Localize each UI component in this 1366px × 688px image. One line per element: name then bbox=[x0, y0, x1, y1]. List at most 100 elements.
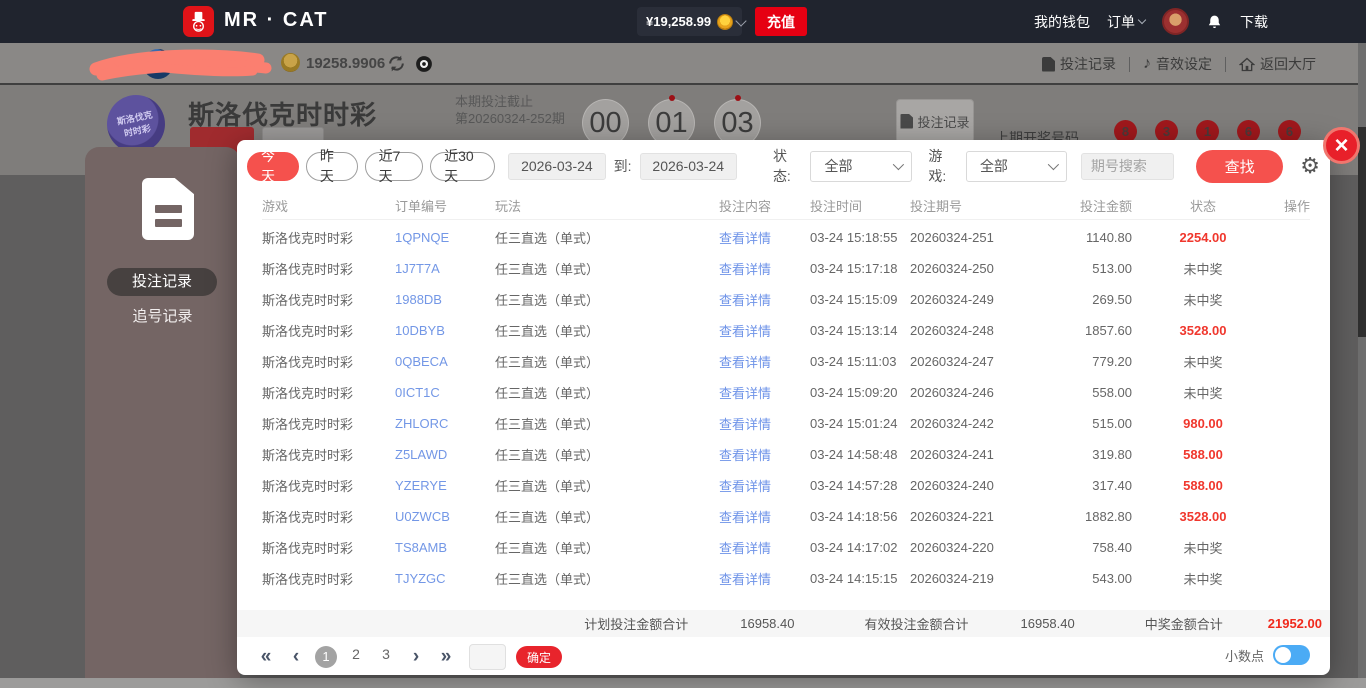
date-from-input[interactable]: 2026-03-24 bbox=[508, 153, 605, 180]
quick-filter-近30天[interactable]: 近30天 bbox=[430, 152, 495, 181]
cell-play: 任三直选（单式） bbox=[495, 228, 680, 247]
cell-order[interactable]: YZERYE bbox=[395, 478, 495, 493]
table-row: 斯洛伐克时时彩1988DB任三直选（单式）查看详情03-24 15:15:092… bbox=[262, 284, 1310, 315]
decimal-toggle[interactable] bbox=[1273, 645, 1310, 665]
close-button[interactable]: × bbox=[1323, 127, 1360, 164]
decimal-toggle-group: 小数点 bbox=[1225, 645, 1310, 665]
cell-period: 20260324-219 bbox=[910, 571, 1040, 586]
toggle-knob bbox=[1275, 647, 1291, 663]
date-to-input[interactable]: 2026-03-24 bbox=[640, 153, 737, 180]
cell-order[interactable]: U0ZWCB bbox=[395, 509, 495, 524]
back-lobby-link[interactable]: 返回大厅 bbox=[1239, 54, 1316, 74]
cell-game: 斯洛伐克时时彩 bbox=[262, 445, 395, 464]
game-select[interactable]: 全部 bbox=[966, 151, 1067, 182]
cell-detail[interactable]: 查看详情 bbox=[680, 507, 810, 526]
refresh-icon[interactable] bbox=[387, 54, 406, 73]
cell-order[interactable]: 1J7T7A bbox=[395, 261, 495, 276]
brand-logo-icon[interactable] bbox=[183, 6, 214, 37]
sidebar-item-bet-records[interactable]: 投注记录 bbox=[107, 268, 217, 296]
confirm-page-button[interactable]: 确定 bbox=[516, 646, 562, 668]
my-wallet-link[interactable]: 我的钱包 bbox=[1034, 12, 1090, 32]
cell-detail[interactable]: 查看详情 bbox=[680, 569, 810, 588]
sound-settings-link[interactable]: ♪ 音效设定 bbox=[1143, 54, 1212, 74]
quick-filter-今天[interactable]: 今天 bbox=[247, 152, 299, 181]
plan-total-label: 计划投注金额合计 bbox=[584, 614, 688, 633]
table-row: 斯洛伐克时时彩TS8AMB任三直选（单式）查看详情03-24 14:17:022… bbox=[262, 532, 1310, 563]
page-number-group: 123 bbox=[311, 646, 401, 668]
page-jump-input[interactable] bbox=[469, 644, 506, 670]
user-avatar[interactable] bbox=[1162, 8, 1189, 35]
status-select[interactable]: 全部 bbox=[810, 151, 912, 182]
bet-record-header-button[interactable]: 投注记录 bbox=[896, 99, 974, 143]
cell-detail[interactable]: 查看详情 bbox=[680, 228, 810, 247]
prev-page-button[interactable]: ‹ bbox=[281, 646, 311, 668]
cell-time: 03-24 14:15:15 bbox=[810, 571, 910, 586]
column-header-order: 订单编号 bbox=[395, 196, 495, 215]
last-page-button[interactable]: » bbox=[431, 646, 461, 668]
cell-detail[interactable]: 查看详情 bbox=[680, 321, 810, 340]
wallet-balance-pill[interactable]: ¥19,258.99 bbox=[637, 7, 742, 36]
page-number-1[interactable]: 1 bbox=[311, 646, 341, 668]
table-row: 斯洛伐克时时彩1J7T7A任三直选（单式）查看详情03-24 15:17:182… bbox=[262, 253, 1310, 284]
download-link[interactable]: 下载 bbox=[1240, 12, 1268, 32]
cell-order[interactable]: Z5LAWD bbox=[395, 447, 495, 462]
cell-order[interactable]: TJYZGC bbox=[395, 571, 495, 586]
page-number-2[interactable]: 2 bbox=[341, 646, 371, 668]
cell-status: 3528.00 bbox=[1132, 509, 1274, 524]
cell-time: 03-24 15:15:09 bbox=[810, 292, 910, 307]
table-row: 斯洛伐克时时彩U0ZWCB任三直选（单式）查看详情03-24 14:18:562… bbox=[262, 501, 1310, 532]
table-row: 斯洛伐克时时彩10DBYB任三直选（单式）查看详情03-24 15:13:142… bbox=[262, 315, 1310, 346]
cell-order[interactable]: ZHLORC bbox=[395, 416, 495, 431]
quick-filter-近7天[interactable]: 近7天 bbox=[365, 152, 423, 181]
bet-records-link[interactable]: 投注记录 bbox=[1042, 54, 1116, 74]
cell-status: 未中奖 bbox=[1132, 383, 1274, 402]
orders-link[interactable]: 订单 bbox=[1107, 12, 1145, 32]
cell-detail[interactable]: 查看详情 bbox=[680, 476, 810, 495]
wallet-balance: ¥19,258.99 bbox=[646, 14, 711, 29]
cell-time: 03-24 15:09:20 bbox=[810, 385, 910, 400]
cell-play: 任三直选（单式） bbox=[495, 507, 680, 526]
win-total-label: 中奖金额合计 bbox=[1145, 614, 1223, 633]
cell-game: 斯洛伐克时时彩 bbox=[262, 476, 395, 495]
cell-order[interactable]: 10DBYB bbox=[395, 323, 495, 338]
recharge-button[interactable]: 充值 bbox=[755, 7, 807, 36]
eye-icon[interactable] bbox=[413, 55, 435, 73]
period-search-input[interactable]: 期号搜索 bbox=[1081, 153, 1174, 180]
cell-period: 20260324-246 bbox=[910, 385, 1040, 400]
column-header-game: 游戏 bbox=[262, 196, 395, 215]
cell-detail[interactable]: 查看详情 bbox=[680, 445, 810, 464]
scrollbar-thumb[interactable] bbox=[1358, 127, 1366, 337]
account-bar: 19258.9906 投注记录 ♪ 音效设定 bbox=[0, 43, 1366, 85]
cell-detail[interactable]: 查看详情 bbox=[680, 259, 810, 278]
cell-amount: 1140.80 bbox=[1040, 230, 1132, 245]
cell-order[interactable]: 0QBECA bbox=[395, 354, 495, 369]
cell-order[interactable]: TS8AMB bbox=[395, 540, 495, 555]
first-page-button[interactable]: « bbox=[251, 646, 281, 668]
search-button[interactable]: 查找 bbox=[1196, 150, 1283, 183]
document-icon bbox=[1042, 57, 1055, 72]
cell-order[interactable]: 1QPNQE bbox=[395, 230, 495, 245]
cell-detail[interactable]: 查看详情 bbox=[680, 538, 810, 557]
cell-period: 20260324-249 bbox=[910, 292, 1040, 307]
cell-order[interactable]: 0ICT1C bbox=[395, 385, 495, 400]
table-row: 斯洛伐克时时彩Z5LAWD任三直选（单式）查看详情03-24 14:58:482… bbox=[262, 439, 1310, 470]
cell-amount: 319.80 bbox=[1040, 447, 1132, 462]
cell-detail[interactable]: 查看详情 bbox=[680, 290, 810, 309]
cell-period: 20260324-247 bbox=[910, 354, 1040, 369]
cell-order[interactable]: 1988DB bbox=[395, 292, 495, 307]
column-header-time: 投注时间 bbox=[810, 196, 910, 215]
page-number-3[interactable]: 3 bbox=[371, 646, 401, 668]
cell-play: 任三直选（单式） bbox=[495, 383, 680, 402]
scrollbar-track[interactable] bbox=[1358, 43, 1366, 678]
cell-period: 20260324-220 bbox=[910, 540, 1040, 555]
sidebar-item-chase-records[interactable]: 追号记录 bbox=[85, 305, 240, 326]
cell-detail[interactable]: 查看详情 bbox=[680, 352, 810, 371]
next-page-button[interactable]: › bbox=[401, 646, 431, 668]
quick-filter-昨天[interactable]: 昨天 bbox=[306, 152, 358, 181]
cell-amount: 558.00 bbox=[1040, 385, 1132, 400]
bell-icon[interactable] bbox=[1206, 13, 1223, 31]
pagination: « ‹ 123 › » 确定 小数点 bbox=[251, 642, 1316, 672]
gear-icon[interactable]: ⚙ bbox=[1300, 155, 1320, 177]
cell-detail[interactable]: 查看详情 bbox=[680, 383, 810, 402]
cell-detail[interactable]: 查看详情 bbox=[680, 414, 810, 433]
